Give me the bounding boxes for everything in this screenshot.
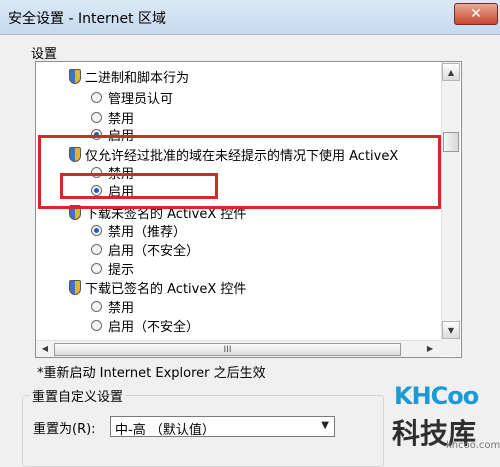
shield-icon	[69, 279, 81, 295]
radio-option[interactable]: 禁用	[91, 296, 134, 316]
vertical-scroll-thumb[interactable]	[443, 132, 459, 152]
radio-label: 禁用（推荐）	[108, 224, 187, 240]
radio-label: 提示	[108, 262, 135, 278]
scroll-corner	[441, 340, 460, 356]
radio-option[interactable]: 管理员认可	[91, 87, 173, 107]
radio-button[interactable]	[91, 243, 102, 255]
restart-note: *重新启动 Internet Explorer 之后生效	[37, 366, 266, 381]
title-bar: 安全设置 - Internet 区域 ✕	[0, 0, 500, 35]
arrow-right-icon: ▶	[426, 344, 434, 353]
radio-button[interactable]	[91, 319, 102, 331]
window-title: 安全设置 - Internet 区域	[8, 11, 166, 27]
highlight-box	[60, 173, 218, 199]
scroll-right-button[interactable]: ▶	[422, 342, 438, 355]
grip-icon: III	[223, 344, 232, 355]
radio-label: 禁用	[108, 300, 135, 316]
scroll-down-button[interactable]: ▼	[442, 321, 460, 339]
vertical-scrollbar[interactable]: ▲ ▼	[441, 62, 460, 340]
reset-level-select[interactable]: 中-高 （默认值） ▼	[110, 416, 335, 438]
settings-label: 设置	[31, 47, 58, 62]
radio-button[interactable]	[91, 111, 102, 123]
radio-button[interactable]	[91, 262, 102, 274]
arrow-left-icon: ◀	[41, 344, 49, 353]
reset-group-label: 重置自定义设置	[30, 386, 126, 405]
watermark: KHCoo 科技库 khcoo.com	[388, 376, 500, 454]
radio-option[interactable]: 启用（不安全）	[91, 239, 199, 259]
watermark-url: khcoo.com	[446, 440, 500, 451]
reset-label: 重置为(R):	[33, 422, 96, 437]
close-icon: ✕	[470, 6, 482, 22]
radio-button[interactable]	[91, 224, 102, 236]
arrow-down-icon: ▼	[447, 325, 455, 335]
settings-list[interactable]: 二进制和脚本行为 管理员认可 禁用 启用 仅允许经过批准的域在未经提示的情况下使…	[35, 61, 462, 358]
scroll-left-button[interactable]: ◀	[37, 342, 53, 355]
radio-label: 启用（不安全）	[108, 319, 200, 335]
chevron-down-icon: ▼	[321, 420, 329, 431]
horizontal-scroll-thumb[interactable]: III	[54, 343, 401, 356]
watermark-logo: KHCoo	[394, 382, 479, 410]
arrow-up-icon: ▲	[447, 67, 455, 77]
radio-label: 管理员认可	[108, 91, 174, 107]
group-heading-label: 下载已签名的 ActiveX 控件	[85, 281, 247, 297]
shield-icon	[69, 68, 81, 84]
radio-label: 启用（不安全）	[108, 243, 200, 259]
scroll-up-button[interactable]: ▲	[442, 63, 460, 81]
radio-option[interactable]: 启用（不安全）	[91, 315, 199, 335]
group-heading-label: 二进制和脚本行为	[85, 70, 190, 86]
radio-option[interactable]: 提示	[91, 258, 134, 278]
group-heading: 二进制和脚本行为	[69, 66, 189, 86]
radio-button[interactable]	[91, 91, 102, 103]
close-button[interactable]: ✕	[454, 3, 498, 25]
horizontal-scrollbar[interactable]: ◀ III ▶	[36, 340, 441, 357]
reset-level-value: 中-高 （默认值）	[115, 423, 215, 438]
radio-button[interactable]	[91, 300, 102, 312]
radio-option[interactable]: 禁用（推荐）	[91, 220, 186, 240]
group-heading: 下载已签名的 ActiveX 控件	[69, 277, 246, 297]
